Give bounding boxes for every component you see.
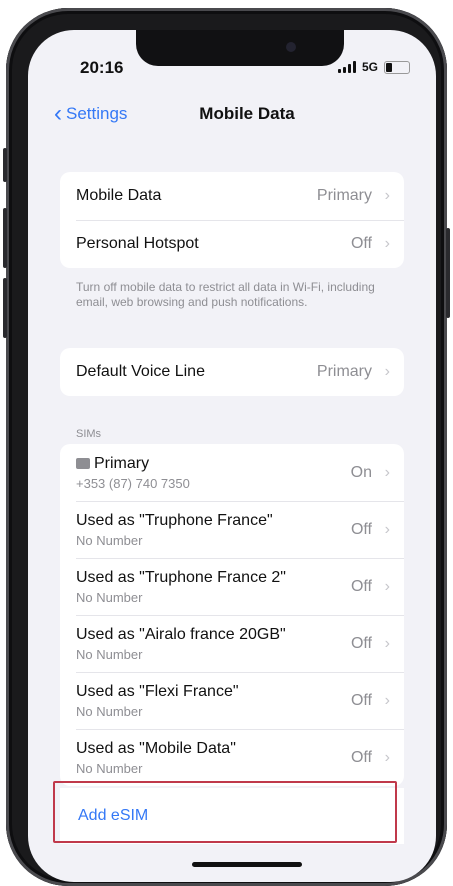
row-label: Used as "Truphone France 2" [76, 568, 286, 586]
sim-number: No Number [76, 589, 143, 605]
status-icons: 5G [337, 60, 410, 74]
navigation-bar: ‹ Settings Mobile Data [28, 102, 436, 132]
highlight-box [53, 781, 397, 843]
page-title: Mobile Data [199, 104, 295, 123]
row-label: Default Voice Line [76, 363, 205, 380]
notch [136, 30, 344, 66]
mobile-data-group: Mobile Data Primary › Personal Hotspot O… [60, 172, 404, 268]
volume-up-button [3, 208, 7, 268]
voice-line-group: Default Voice Line Primary › [60, 348, 404, 396]
row-label: Used as "Mobile Data" [76, 739, 236, 757]
sim-row-airalo-france[interactable]: Used as "Airalo france 20GB" No Number O… [60, 615, 404, 672]
row-value: Off [350, 235, 372, 252]
status-time: 20:16 [80, 58, 124, 77]
network-type: 5G [361, 60, 378, 74]
row-value: Primary [316, 187, 372, 204]
row-value: Primary [316, 363, 372, 380]
chevron-right-icon: › [384, 577, 390, 595]
screen: 20:16 5G ‹ Settings Mobile Data Mobile D… [28, 30, 436, 882]
row-label: Used as "Truphone France" [76, 511, 273, 529]
row-value: Off [350, 691, 372, 709]
sim-number: +353 (87) 740 7350 [76, 475, 190, 491]
sim-row-truphone-france[interactable]: Used as "Truphone France" No Number Off … [60, 501, 404, 558]
row-value: Off [350, 634, 372, 652]
row-value: On [350, 463, 372, 481]
sim-number: No Number [76, 760, 143, 776]
row-value: Off [350, 577, 372, 595]
chevron-right-icon: › [384, 520, 390, 538]
chevron-right-icon: › [384, 748, 390, 766]
home-indicator [192, 862, 302, 867]
mobile-data-row[interactable]: Mobile Data Primary › [60, 172, 404, 220]
row-label: Primary [76, 455, 190, 473]
row-label: Personal Hotspot [76, 235, 199, 252]
sim-row-mobile-data[interactable]: Used as "Mobile Data" No Number Off › [60, 729, 404, 786]
personal-hotspot-row[interactable]: Personal Hotspot Off › [60, 220, 404, 268]
chevron-right-icon: › [384, 691, 390, 709]
sims-section-header: SIMs [76, 428, 102, 440]
row-label: Used as "Flexi France" [76, 682, 239, 700]
sim-row-primary[interactable]: Primary +353 (87) 740 7350 On › [60, 444, 404, 501]
power-button [446, 228, 450, 318]
camera-icon [286, 42, 296, 52]
row-label: Used as "Airalo france 20GB" [76, 625, 286, 643]
volume-down-button [3, 278, 7, 338]
chevron-right-icon: › [384, 187, 390, 204]
sim-card-icon [76, 457, 90, 469]
chevron-right-icon: › [384, 363, 390, 380]
chevron-right-icon: › [384, 634, 390, 652]
chevron-right-icon: › [384, 463, 390, 481]
sim-number: No Number [76, 646, 143, 662]
battery-icon [384, 60, 410, 74]
sims-group: Primary +353 (87) 740 7350 On › Used as … [60, 444, 404, 786]
row-label: Mobile Data [76, 187, 162, 204]
phone-frame: 20:16 5G ‹ Settings Mobile Data Mobile D… [3, 8, 450, 886]
mobile-data-footer: Turn off mobile data to restrict all dat… [76, 280, 375, 309]
sim-number: No Number [76, 532, 143, 548]
row-value: Off [350, 520, 372, 538]
sim-row-truphone-france-2[interactable]: Used as "Truphone France 2" No Number Of… [60, 558, 404, 615]
chevron-right-icon: › [384, 235, 390, 252]
default-voice-line-row[interactable]: Default Voice Line Primary › [60, 348, 404, 396]
row-value: Off [350, 748, 372, 766]
mute-switch [3, 148, 7, 182]
sim-number: No Number [76, 703, 143, 719]
sim-row-flexi-france[interactable]: Used as "Flexi France" No Number Off › [60, 672, 404, 729]
signal-icon [337, 61, 356, 73]
